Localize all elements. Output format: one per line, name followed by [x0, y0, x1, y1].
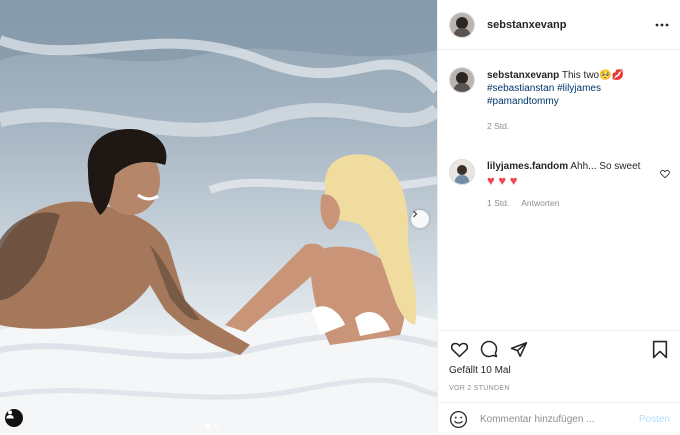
caption: sebstanxevanp This two🥺💋 #sebastianstan …: [438, 60, 680, 133]
post-side-panel: sebstanxevanp sebstanxevanp This two🥺💋 #…: [437, 0, 680, 433]
comment-button[interactable]: [479, 339, 499, 359]
post-actions: Gefällt 10 Mal vor 2 Stunden Posten: [438, 330, 680, 434]
comment-item: lilyjames.fandom Ahh... So sweet ♥ ♥ ♥ 1…: [438, 145, 680, 210]
red-heart-emoji: ♥: [509, 173, 518, 188]
profile-photo: [450, 160, 474, 184]
comment-timestamp[interactable]: 1 Std.: [487, 197, 509, 210]
like-comment-icon[interactable]: [660, 169, 670, 179]
post-header: sebstanxevanp: [438, 0, 680, 50]
pleading-emoji: 🥺: [599, 70, 612, 81]
heart-icon: [450, 342, 468, 358]
post-photo[interactable]: [0, 0, 437, 433]
share-button[interactable]: [509, 339, 529, 359]
beach-photo-illustration: [0, 0, 437, 433]
comments-list: sebstanxevanp This two🥺💋 #sebastianstan …: [438, 60, 680, 210]
profile-photo: [450, 68, 474, 92]
more-options-button[interactable]: [654, 17, 670, 33]
carousel-dot: [205, 424, 210, 429]
emoji-icon[interactable]: [449, 410, 468, 429]
comment-text: Ahh... So sweet: [570, 161, 641, 172]
add-comment-bar: Posten: [438, 402, 680, 435]
red-heart-emoji: ♥: [498, 173, 507, 188]
carousel-dot: [214, 424, 219, 429]
comment-icon: [480, 340, 498, 358]
post-timestamp[interactable]: vor 2 Stunden: [438, 376, 680, 392]
bookmark-icon: [652, 340, 668, 358]
caption-meta: 2 Std.: [487, 120, 670, 133]
action-icons: [438, 331, 680, 359]
carousel-indicator: [205, 424, 219, 429]
kiss-emoji: 💋: [611, 70, 625, 81]
next-photo-button[interactable]: [411, 210, 429, 228]
profile-photo: [450, 12, 474, 37]
reply-button[interactable]: Antworten: [521, 197, 559, 210]
avatar[interactable]: [449, 67, 475, 93]
like-button[interactable]: [449, 339, 469, 359]
likes-count[interactable]: Gefällt 10 Mal: [438, 359, 680, 376]
hashtag-link[interactable]: #sebastianstan: [487, 83, 554, 94]
more-horizontal-icon: [655, 23, 669, 26]
share-icon: [510, 341, 528, 357]
caption-timestamp[interactable]: 2 Std.: [487, 120, 509, 133]
red-heart-emoji: ♥: [487, 173, 495, 188]
avatar[interactable]: [449, 11, 475, 38]
comment-username[interactable]: lilyjames.fandom: [487, 161, 568, 172]
caption-text: This two: [561, 70, 600, 81]
post-author-username[interactable]: sebstanxevanp: [487, 19, 654, 31]
avatar[interactable]: [449, 159, 475, 185]
comment-meta: 1 Std. Antworten: [487, 197, 660, 210]
comment-body: lilyjames.fandom Ahh... So sweet ♥ ♥ ♥ 1…: [487, 160, 660, 210]
caption-username[interactable]: sebstanxevanp: [487, 70, 559, 81]
save-button[interactable]: [650, 339, 670, 359]
tagged-users-button[interactable]: [5, 409, 23, 427]
post-comment-button[interactable]: Posten: [639, 414, 670, 425]
chevron-right-icon: [413, 210, 418, 218]
man-figure: [0, 129, 250, 355]
hearts-emoji: ♥ ♥ ♥: [487, 173, 517, 188]
hashtag-link[interactable]: #pamandtommy: [487, 96, 559, 107]
user-icon: [6, 410, 14, 419]
hashtag-link[interactable]: #lilyjames: [557, 83, 601, 94]
caption-body: sebstanxevanp This two🥺💋 #sebastianstan …: [487, 69, 670, 133]
comment-input[interactable]: [478, 412, 639, 426]
